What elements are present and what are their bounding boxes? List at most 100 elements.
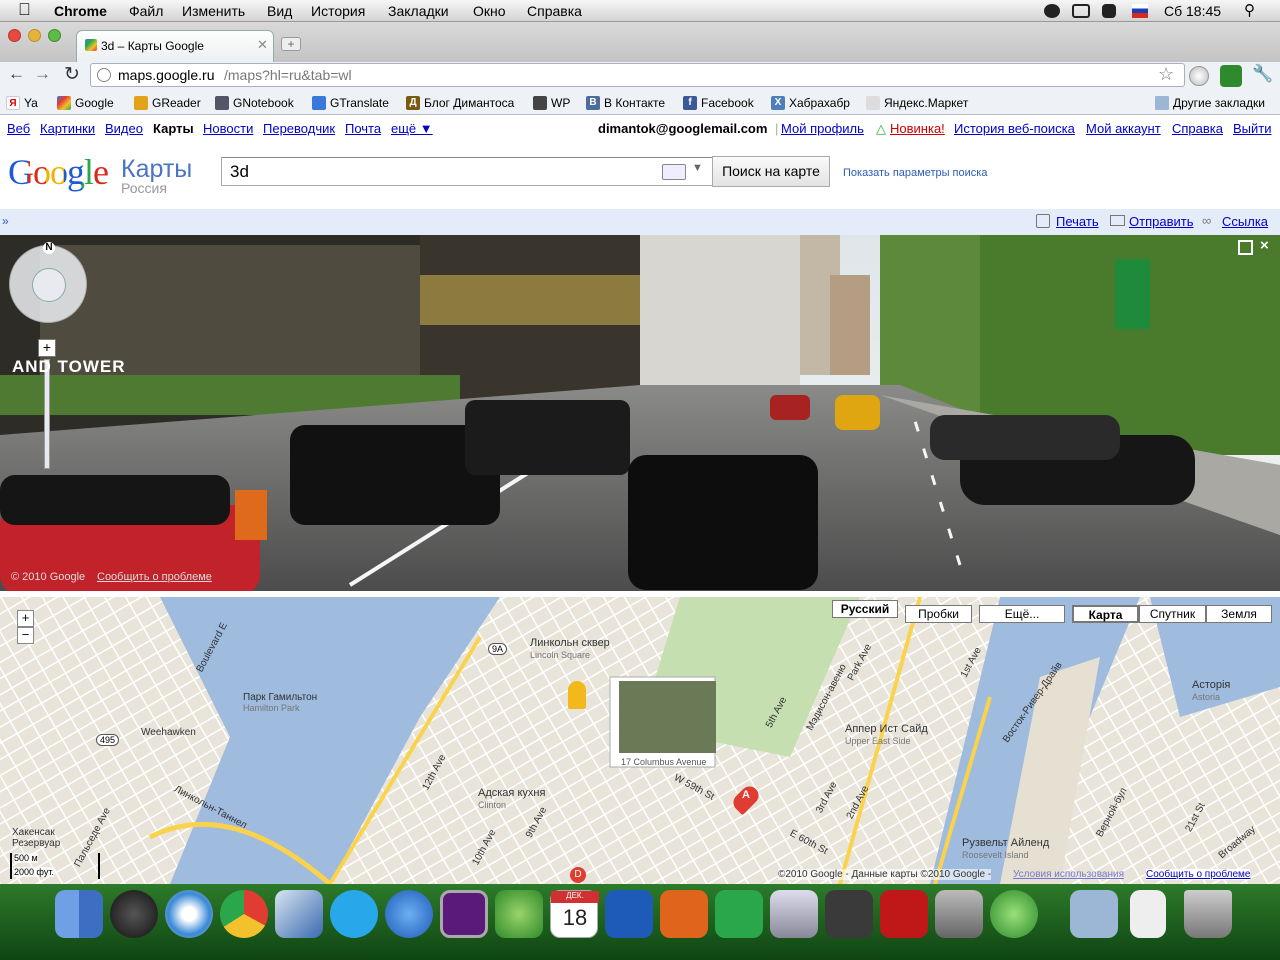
bookmark-habrahabr[interactable]: Х Хабрахабр: [771, 96, 850, 110]
streetview-report-link[interactable]: Сообщить о проблеме: [97, 571, 212, 583]
close-window-icon[interactable]: [8, 29, 21, 42]
menu-edit[interactable]: Изменить: [182, 3, 245, 19]
skype-status-icon[interactable]: [1044, 4, 1060, 18]
evernote-icon[interactable]: [825, 890, 873, 938]
gbar-history[interactable]: История веб-поиска: [954, 121, 1075, 136]
word-icon[interactable]: [605, 890, 653, 938]
bookmark-facebook[interactable]: f Facebook: [683, 96, 754, 110]
ichat-icon[interactable]: [385, 890, 433, 938]
gbar-news[interactable]: Новости: [203, 121, 253, 136]
chrome-icon[interactable]: [220, 890, 268, 938]
bookmark-vkontakte[interactable]: В В Контакте: [586, 96, 665, 110]
safari-icon[interactable]: [165, 890, 213, 938]
menu-help[interactable]: Справка: [527, 3, 582, 19]
zoom-window-icon[interactable]: [48, 29, 61, 42]
gbar-profile[interactable]: Мой профиль: [781, 121, 864, 136]
evernote-extension-icon[interactable]: [1220, 65, 1242, 87]
minimize-window-icon[interactable]: [28, 29, 41, 42]
keyboard-icon[interactable]: [662, 164, 686, 180]
marker-d-icon[interactable]: D: [570, 867, 586, 883]
send-link[interactable]: Отправить: [1129, 214, 1193, 229]
menu-bookmarks[interactable]: Закладки: [388, 3, 449, 19]
search-options-link[interactable]: Показать параметры поиска: [843, 167, 987, 179]
adium-icon[interactable]: [495, 890, 543, 938]
navigation-compass[interactable]: N: [9, 242, 87, 323]
menu-app-name[interactable]: Chrome: [54, 3, 107, 19]
google-logo[interactable]: Google: [8, 151, 109, 193]
more-layers-button[interactable]: Ещё...: [979, 605, 1065, 623]
menu-window[interactable]: Окно: [473, 3, 506, 19]
bookmark-wp[interactable]: WP: [533, 96, 570, 110]
russian-flag-icon[interactable]: [1132, 4, 1148, 18]
map-type-map-button[interactable]: Карта: [1072, 605, 1139, 623]
bookmark-gtranslate[interactable]: GTranslate: [312, 96, 389, 110]
map-canvas[interactable]: + − 17 Columbus Avenue A D Линкольн скве…: [0, 597, 1280, 884]
zip-file-icon[interactable]: [1130, 890, 1166, 938]
bookmark-ya[interactable]: Я Ya: [6, 96, 38, 110]
ical-icon[interactable]: ДЕК. 18: [550, 890, 599, 938]
menubar-clock[interactable]: Сб 18:45: [1164, 3, 1221, 19]
bookmark-google[interactable]: Google: [57, 96, 114, 110]
close-icon[interactable]: ×: [1260, 237, 1269, 254]
map-zoom-in-icon[interactable]: +: [17, 610, 34, 627]
system-preferences-icon[interactable]: [935, 890, 983, 938]
gbar-images[interactable]: Картинки: [40, 121, 95, 136]
print-link[interactable]: Печать: [1056, 214, 1099, 229]
street-view-panorama[interactable]: N + AND TOWER × © 2010 Google Сообщить о…: [0, 235, 1280, 591]
page-menu-icon[interactable]: [1189, 66, 1209, 86]
gbar-translate[interactable]: Переводчик: [263, 121, 335, 136]
bookmark-blog[interactable]: Д Блог Димантоса: [406, 96, 514, 110]
menu-history[interactable]: История: [311, 3, 365, 19]
gbar-more[interactable]: ещё ▼: [391, 121, 433, 136]
new-tab-button[interactable]: +: [281, 37, 301, 51]
close-tab-icon[interactable]: ✕: [257, 37, 268, 53]
map-terms-link[interactable]: Условия использования: [1013, 869, 1124, 880]
dashboard-icon[interactable]: [110, 890, 158, 938]
expand-panel-icon[interactable]: »: [2, 214, 9, 228]
reload-icon[interactable]: ↻: [64, 63, 80, 86]
trash-icon[interactable]: [1184, 890, 1232, 938]
folder-dock-icon[interactable]: [1070, 890, 1118, 938]
apple-icon[interactable]: : [18, 0, 31, 20]
map-type-earth-button[interactable]: Земля: [1206, 605, 1272, 623]
finder-icon[interactable]: [55, 890, 103, 938]
gbar-help[interactable]: Справка: [1172, 121, 1223, 136]
forward-icon[interactable]: →: [34, 64, 51, 84]
spotlight-icon[interactable]: ⚲: [1244, 1, 1255, 19]
menu-view[interactable]: Вид: [267, 3, 292, 19]
excel-icon[interactable]: [715, 890, 763, 938]
map-language-button[interactable]: Русский: [832, 600, 898, 618]
keyboard-status-icon[interactable]: [1072, 4, 1090, 18]
chevron-down-icon[interactable]: ▼: [692, 162, 703, 174]
address-bar[interactable]: maps.google.ru /maps?hl=ru&tab=wl ☆: [90, 63, 1185, 87]
app-purple-icon[interactable]: [440, 890, 488, 938]
powerpoint-icon[interactable]: [660, 890, 708, 938]
evernote-status-icon[interactable]: [1102, 4, 1116, 18]
bookmark-star-icon[interactable]: ☆: [1158, 64, 1174, 85]
gbar-video[interactable]: Видео: [105, 121, 143, 136]
bookmark-yandex-market[interactable]: Яндекс.Маркет: [866, 96, 968, 110]
gbar-account[interactable]: Мой аккаунт: [1086, 121, 1161, 136]
gbar-mail[interactable]: Почта: [345, 121, 381, 136]
map-zoom-out-icon[interactable]: −: [17, 627, 34, 644]
network-app-icon[interactable]: [990, 890, 1038, 938]
gbar-web[interactable]: Веб: [7, 121, 30, 136]
filezilla-icon[interactable]: [880, 890, 928, 938]
browser-tab[interactable]: 3d – Карты Google ✕: [76, 30, 274, 62]
bookmark-other-folder[interactable]: Другие закладки: [1155, 96, 1265, 110]
mail-icon[interactable]: [275, 890, 323, 938]
menu-file[interactable]: Файл: [129, 3, 163, 19]
bookmark-greader[interactable]: GReader: [134, 96, 201, 110]
back-icon[interactable]: ←: [8, 64, 25, 84]
wrench-icon[interactable]: 🔧: [1252, 64, 1273, 84]
search-button[interactable]: Поиск на карте: [712, 156, 830, 187]
gbar-logout[interactable]: Выйти: [1233, 121, 1272, 136]
traffic-button[interactable]: Пробки: [905, 605, 972, 623]
iphoto-icon[interactable]: [770, 890, 818, 938]
bookmark-gnotebook[interactable]: GNotebook: [215, 96, 294, 110]
gbar-new[interactable]: Новинка!: [890, 121, 945, 136]
pegman-icon[interactable]: [568, 681, 586, 709]
search-input[interactable]: 3d ▼: [221, 157, 713, 186]
map-type-satellite-button[interactable]: Спутник: [1139, 605, 1206, 623]
map-report-link[interactable]: Сообщить о проблеме: [1146, 869, 1251, 880]
